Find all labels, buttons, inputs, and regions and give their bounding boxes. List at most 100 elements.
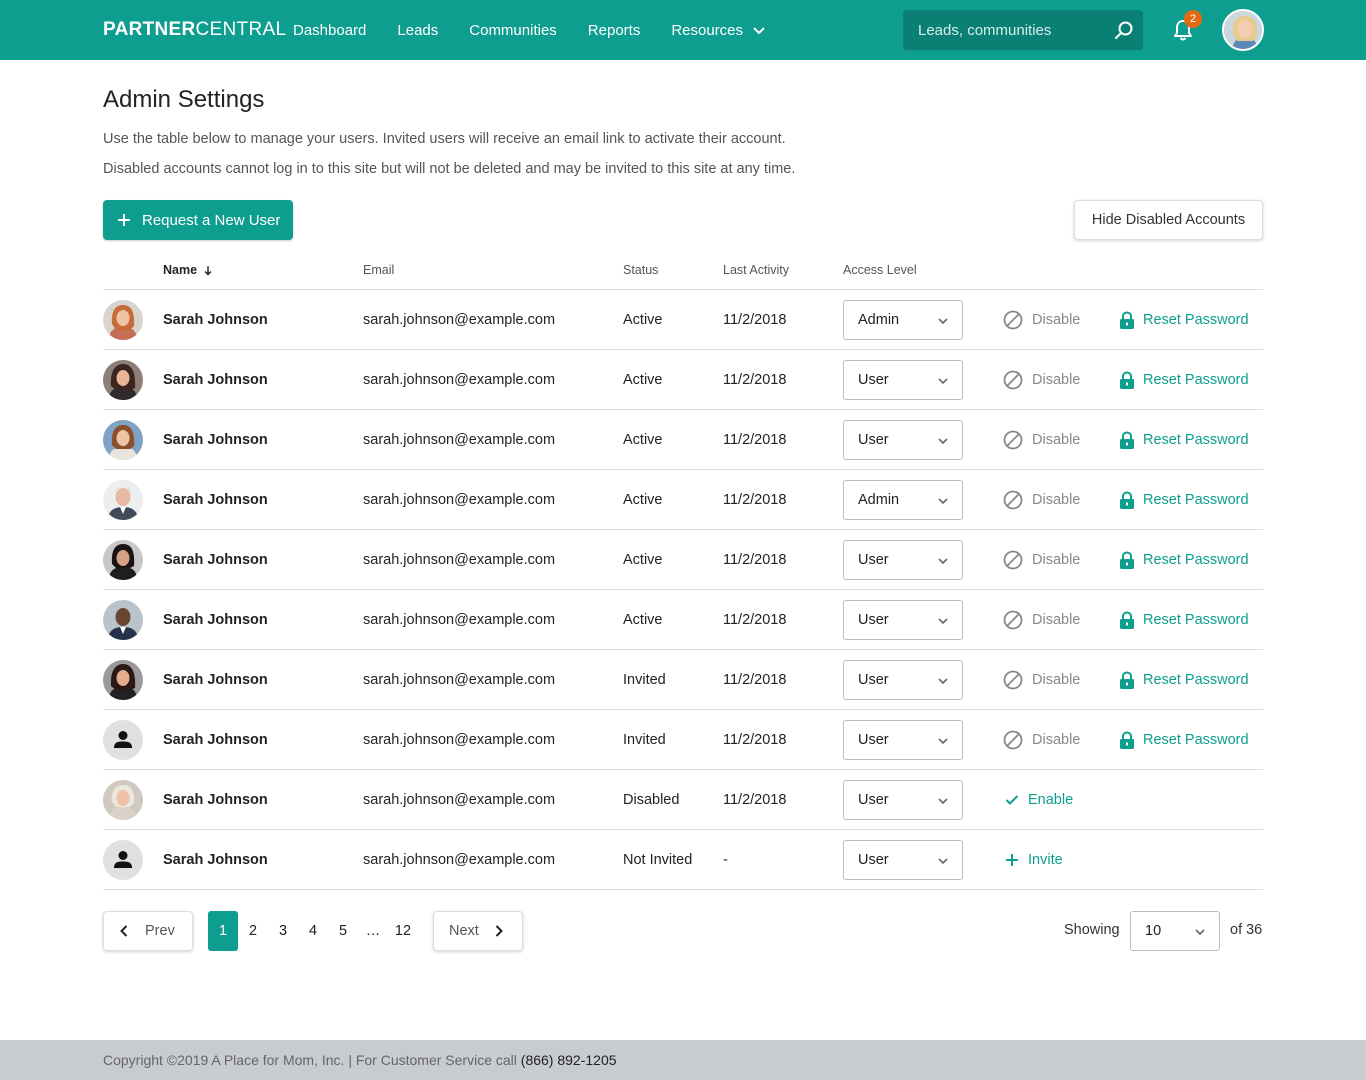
page-number-12[interactable]: 12 <box>388 911 418 951</box>
disable-user-button[interactable]: Disable <box>1003 410 1080 470</box>
page-number-5[interactable]: 5 <box>328 911 358 951</box>
nav-leads[interactable]: Leads <box>397 22 438 39</box>
notification-badge: 2 <box>1184 10 1202 28</box>
access-level-select[interactable]: User <box>843 780 963 820</box>
lock-icon <box>1120 550 1134 569</box>
user-name: Sarah Johnson <box>163 852 268 868</box>
disable-user-button[interactable]: Disable <box>1003 710 1080 770</box>
nav-dashboard[interactable]: Dashboard <box>293 22 366 39</box>
ban-icon <box>1003 430 1023 450</box>
disable-user-button[interactable]: Disable <box>1003 590 1080 650</box>
ban-icon <box>1003 310 1023 330</box>
user-email: sarah.johnson@example.com <box>363 552 556 568</box>
user-last-activity: 11/2/2018 <box>723 492 787 508</box>
prev-page-button[interactable]: Prev <box>103 911 193 951</box>
page-number-1[interactable]: 1 <box>208 911 238 951</box>
chevron-down-icon <box>938 378 948 385</box>
user-name: Sarah Johnson <box>163 672 268 688</box>
chevron-right-icon <box>495 925 503 937</box>
ban-icon <box>1003 550 1023 570</box>
users-table: Sarah Johnson sarah.johnson@example.com … <box>103 290 1263 890</box>
disable-user-label: Disable <box>1032 552 1081 568</box>
access-level-select[interactable]: User <box>843 540 963 580</box>
top-navigation-bar: PARTNERCENTRAL Dashboard Leads Communiti… <box>0 0 1366 60</box>
disable-user-button[interactable]: Disable <box>1003 530 1080 590</box>
access-level-select[interactable]: User <box>843 720 963 760</box>
user-email: sarah.johnson@example.com <box>363 792 556 808</box>
nav-reports[interactable]: Reports <box>588 22 641 39</box>
access-level-value: User <box>858 792 889 808</box>
user-avatar[interactable] <box>1222 9 1264 51</box>
search-icon[interactable] <box>1114 20 1134 40</box>
access-level-select[interactable]: User <box>843 420 963 460</box>
table-row: Sarah Johnson sarah.johnson@example.com … <box>103 530 1263 590</box>
footer-copyright: Copyright ©2019 A Place for Mom, Inc. | … <box>103 1052 617 1068</box>
customer-service-phone[interactable]: (866) 892-1205 <box>521 1052 617 1068</box>
invite-user-button[interactable]: Invite <box>1005 830 1063 890</box>
avatar <box>103 360 143 400</box>
reset-password-label: Reset Password <box>1143 312 1249 328</box>
user-name: Sarah Johnson <box>163 372 268 388</box>
disable-user-label: Disable <box>1032 492 1081 508</box>
user-status: Active <box>623 312 663 328</box>
reset-password-button[interactable]: Reset Password <box>1119 710 1249 770</box>
user-name: Sarah Johnson <box>163 492 268 508</box>
rows-per-page-value: 10 <box>1145 923 1162 939</box>
column-header-name[interactable]: Name <box>163 263 213 277</box>
page-number-2[interactable]: 2 <box>238 911 268 951</box>
reset-password-button[interactable]: Reset Password <box>1119 650 1249 710</box>
access-level-value: Admin <box>858 312 900 328</box>
invite-user-label: Invite <box>1028 852 1063 868</box>
hide-disabled-accounts-button[interactable]: Hide Disabled Accounts <box>1074 200 1263 240</box>
nav-communities[interactable]: Communities <box>469 22 557 39</box>
user-status: Active <box>623 372 663 388</box>
reset-password-button[interactable]: Reset Password <box>1119 350 1249 410</box>
enable-user-button[interactable]: Enable <box>1005 770 1073 830</box>
column-header-email: Email <box>363 263 395 277</box>
column-header-status: Status <box>623 263 659 277</box>
access-level-select[interactable]: Admin <box>843 300 963 340</box>
brand-logo[interactable]: PARTNERCENTRAL <box>103 19 286 41</box>
checkmark-icon <box>1005 795 1019 805</box>
page-title: Admin Settings <box>103 86 265 113</box>
user-name: Sarah Johnson <box>163 792 268 808</box>
access-level-value: Admin <box>858 492 900 508</box>
access-level-select[interactable]: User <box>843 840 963 880</box>
search-input[interactable] <box>903 10 1103 50</box>
user-email: sarah.johnson@example.com <box>363 312 556 328</box>
disable-user-button[interactable]: Disable <box>1003 470 1080 530</box>
access-level-select[interactable]: User <box>843 660 963 700</box>
reset-password-button[interactable]: Reset Password <box>1119 590 1249 650</box>
user-last-activity: - <box>723 852 728 868</box>
avatar-placeholder <box>103 720 143 760</box>
access-level-select[interactable]: User <box>843 360 963 400</box>
next-page-button[interactable]: Next <box>433 911 523 951</box>
disable-user-button[interactable]: Disable <box>1003 650 1080 710</box>
page-number-4[interactable]: 4 <box>298 911 328 951</box>
disable-user-label: Disable <box>1032 312 1081 328</box>
disable-user-button[interactable]: Disable <box>1003 350 1080 410</box>
chevron-down-icon <box>938 678 948 685</box>
table-row: Sarah Johnson sarah.johnson@example.com … <box>103 710 1263 770</box>
table-row: Sarah Johnson sarah.johnson@example.com … <box>103 650 1263 710</box>
reset-password-button[interactable]: Reset Password <box>1119 530 1249 590</box>
rows-per-page-select[interactable]: 10 <box>1130 911 1220 951</box>
access-level-value: User <box>858 852 889 868</box>
user-name: Sarah Johnson <box>163 432 268 448</box>
reset-password-button[interactable]: Reset Password <box>1119 410 1249 470</box>
avatar <box>103 600 143 640</box>
table-row: Sarah Johnson sarah.johnson@example.com … <box>103 350 1263 410</box>
user-name: Sarah Johnson <box>163 552 268 568</box>
user-status: Disabled <box>623 792 680 808</box>
access-level-select[interactable]: User <box>843 600 963 640</box>
nav-resources[interactable]: Resources <box>671 22 766 39</box>
access-level-select[interactable]: Admin <box>843 480 963 520</box>
page-description: Use the table below to manage your users… <box>103 131 786 147</box>
page-number-3[interactable]: 3 <box>268 911 298 951</box>
table-header: Name Email Status Last Activity Access L… <box>103 250 1263 290</box>
reset-password-button[interactable]: Reset Password <box>1119 290 1249 350</box>
request-new-user-button[interactable]: Request a New User <box>103 200 293 240</box>
user-status: Active <box>623 552 663 568</box>
disable-user-button[interactable]: Disable <box>1003 290 1080 350</box>
reset-password-button[interactable]: Reset Password <box>1119 470 1249 530</box>
